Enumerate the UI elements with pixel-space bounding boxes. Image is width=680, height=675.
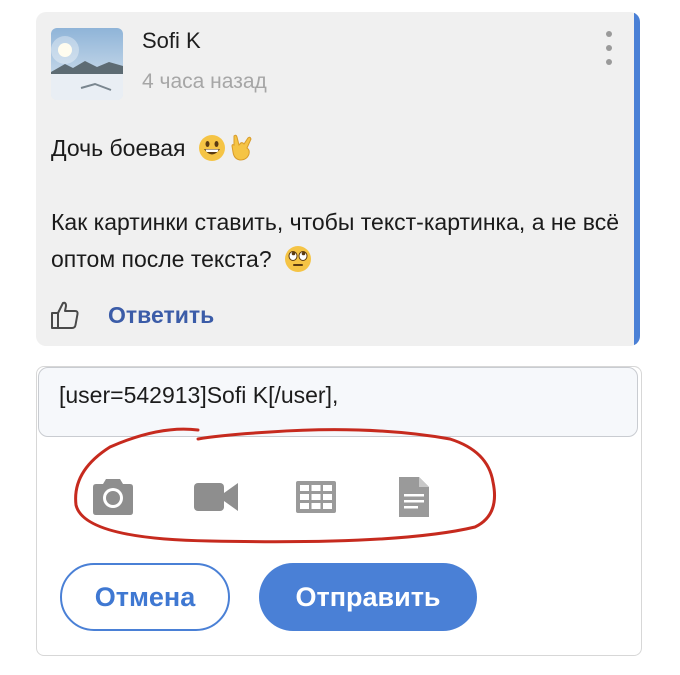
- comment-line-1: Дочь боевая: [51, 130, 631, 167]
- reply-form: [user=542913]Sofi K[/user], Отмена Отпра…: [36, 366, 642, 656]
- avatar[interactable]: [51, 28, 123, 100]
- table-icon[interactable]: [292, 477, 340, 517]
- comment-accent-bar: [634, 12, 640, 346]
- reply-button[interactable]: Ответить: [108, 302, 214, 329]
- comment-timestamp: 4 часа назад: [142, 70, 267, 93]
- cancel-button[interactable]: Отмена: [60, 563, 230, 631]
- eye-roll-emoji-icon: [285, 246, 312, 272]
- grinning-emoji-icon: [198, 135, 225, 161]
- attachment-toolbar: [37, 457, 457, 537]
- document-icon[interactable]: [389, 477, 437, 517]
- comment-card: Sofi K 4 часа назад Дочь боевая Как карт…: [36, 12, 640, 346]
- thumbs-up-icon[interactable]: [50, 300, 80, 330]
- rock-hand-emoji-icon: [231, 134, 252, 161]
- comment-author[interactable]: Sofi K: [142, 28, 201, 54]
- comment-line-2: Как картинки ставить, чтобы текст-картин…: [51, 209, 620, 272]
- video-icon[interactable]: [192, 477, 240, 517]
- camera-icon[interactable]: [89, 477, 137, 517]
- more-vertical-icon[interactable]: [604, 28, 614, 78]
- send-button[interactable]: Отправить: [259, 563, 477, 631]
- reply-input[interactable]: [user=542913]Sofi K[/user],: [38, 367, 638, 437]
- comment-body: Дочь боевая Как картинки ставить, чтобы …: [51, 130, 631, 278]
